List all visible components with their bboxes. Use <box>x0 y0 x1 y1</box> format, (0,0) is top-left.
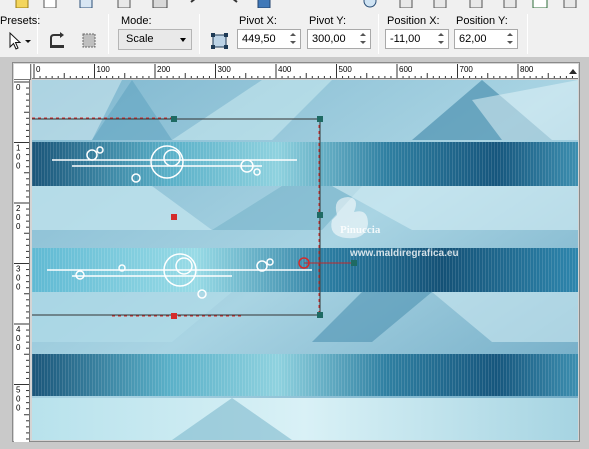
mode-select[interactable]: Scale <box>118 29 192 50</box>
presets-dropdown[interactable] <box>4 29 32 51</box>
ruler-label: 1 <box>16 144 21 153</box>
pivot-x-field[interactable]: 449,50 <box>237 29 301 49</box>
canvas-image: Pinuccia www.maldiregrafica.eu <box>32 80 578 440</box>
watermark-line2: www.maldiregrafica.eu <box>349 248 459 259</box>
vertical-ruler[interactable]: 0100200300400500 <box>14 80 30 442</box>
script-icon[interactable] <box>468 0 484 8</box>
spin-down-icon[interactable] <box>287 39 299 48</box>
pivot-y-value: 300,00 <box>312 33 346 45</box>
toolbar-separator <box>527 14 528 54</box>
ruler-label: 0 <box>16 162 21 171</box>
bottom-right-handle[interactable] <box>317 312 323 318</box>
spin-up-icon[interactable] <box>504 30 516 39</box>
ruler-label: 700 <box>460 65 474 74</box>
ruler-label: 5 <box>16 386 21 395</box>
middle-left-handle[interactable] <box>171 214 177 220</box>
reset-icon <box>50 32 64 48</box>
watermark-line1: Pinuccia <box>340 224 381 236</box>
top-icon-strip <box>0 0 589 10</box>
position-y-value: 62,00 <box>459 33 487 45</box>
pivot-x-value: 449,50 <box>242 33 276 45</box>
spin-up-icon[interactable] <box>287 30 299 39</box>
scroll-up-icon[interactable] <box>569 69 577 74</box>
position-y-label: Position Y: <box>456 15 508 27</box>
ruler-label: 0 <box>16 283 21 292</box>
top-right-handle[interactable] <box>317 116 323 122</box>
learning-icon[interactable] <box>562 0 578 8</box>
pivot-x-label: Pivot X: <box>239 15 277 27</box>
horizontal-ruler-ticks: 0 100 200 300 400 500 600 700 800 <box>33 64 573 78</box>
save-icon[interactable] <box>256 0 272 8</box>
spin-down-icon[interactable] <box>357 39 369 48</box>
redo-icon[interactable] <box>224 0 240 8</box>
spin-down-icon[interactable] <box>504 39 516 48</box>
selection-transform-icon <box>82 33 96 48</box>
image-canvas[interactable]: Pinuccia www.maldiregrafica.eu <box>32 80 578 440</box>
reset-rectangle-button[interactable] <box>44 29 70 51</box>
pivot-bounding-button[interactable] <box>206 29 232 51</box>
ruler-label: 2 <box>16 204 21 213</box>
effects-icon[interactable] <box>502 0 518 8</box>
position-x-value: -11,00 <box>390 33 421 45</box>
ruler-label: 0 <box>16 343 21 352</box>
import-icon[interactable] <box>116 0 132 8</box>
window-icon[interactable] <box>78 0 94 8</box>
toolbar-separator <box>37 14 38 54</box>
zoom-icon[interactable] <box>362 0 378 8</box>
ruler-label: 0 <box>16 213 21 222</box>
layers-icon[interactable] <box>398 0 414 8</box>
ruler-label: 0 <box>16 153 21 162</box>
toolbar-separator <box>108 14 109 54</box>
pivot-y-field[interactable]: 300,00 <box>307 29 371 49</box>
ruler-label: 100 <box>97 65 111 74</box>
mode-label: Mode: <box>121 15 152 27</box>
vertical-ruler-ticks: 0100200300400500 <box>14 81 29 440</box>
spin-up-icon[interactable] <box>435 30 447 39</box>
toolbar-separator <box>199 14 200 54</box>
position-x-label: Position X: <box>387 15 440 27</box>
print-icon[interactable] <box>152 0 168 8</box>
ruler-label: 300 <box>218 65 232 74</box>
spin-up-icon[interactable] <box>357 30 369 39</box>
ruler-label: 0 <box>16 274 21 283</box>
ruler-label: 0 <box>16 334 21 343</box>
selection-mode-button[interactable] <box>76 29 102 51</box>
bottom-center-handle[interactable] <box>171 313 177 319</box>
open-icon[interactable] <box>42 0 58 8</box>
mode-select-value: Scale <box>126 33 154 45</box>
mixer-icon[interactable] <box>432 0 448 8</box>
top-center-handle[interactable] <box>171 116 177 122</box>
ruler-label: 500 <box>339 65 353 74</box>
ruler-label: 0 <box>16 395 21 404</box>
ruler-label: 600 <box>399 65 413 74</box>
photo-icon[interactable] <box>532 0 548 8</box>
ruler-label: 800 <box>520 65 534 74</box>
spin-down-icon[interactable] <box>435 39 447 48</box>
new-file-icon[interactable] <box>14 0 30 8</box>
position-y-field[interactable]: 62,00 <box>454 29 518 49</box>
bounding-box-icon <box>211 33 228 49</box>
presets-label: Presets: <box>0 15 41 27</box>
undo-icon[interactable] <box>188 0 204 8</box>
ruler-label: 200 <box>157 65 171 74</box>
chevron-down-icon <box>180 38 186 42</box>
ruler-label: 3 <box>16 265 21 274</box>
ruler-label: 0 <box>16 404 21 413</box>
ruler-corner <box>14 64 31 80</box>
horizontal-ruler[interactable]: 0 100 200 300 400 500 600 700 800 <box>32 64 578 79</box>
ruler-label: 400 <box>278 65 292 74</box>
ruler-label: 0 <box>36 65 41 74</box>
toolbar-separator <box>378 14 379 54</box>
rotation-handle[interactable] <box>351 260 357 266</box>
position-x-field[interactable]: -11,00 <box>385 29 449 49</box>
pick-tool-icon <box>9 31 31 50</box>
app-window: Presets: Mode: Scale Pivot X: 449,50 Piv… <box>0 0 589 449</box>
ruler-label: 0 <box>16 83 21 92</box>
ruler-label: 0 <box>16 222 21 231</box>
tool-options-bar: Presets: Mode: Scale Pivot X: 449,50 Piv… <box>0 10 589 58</box>
ruler-label: 4 <box>16 325 21 334</box>
middle-right-handle[interactable] <box>317 212 323 218</box>
pivot-y-label: Pivot Y: <box>309 15 347 27</box>
